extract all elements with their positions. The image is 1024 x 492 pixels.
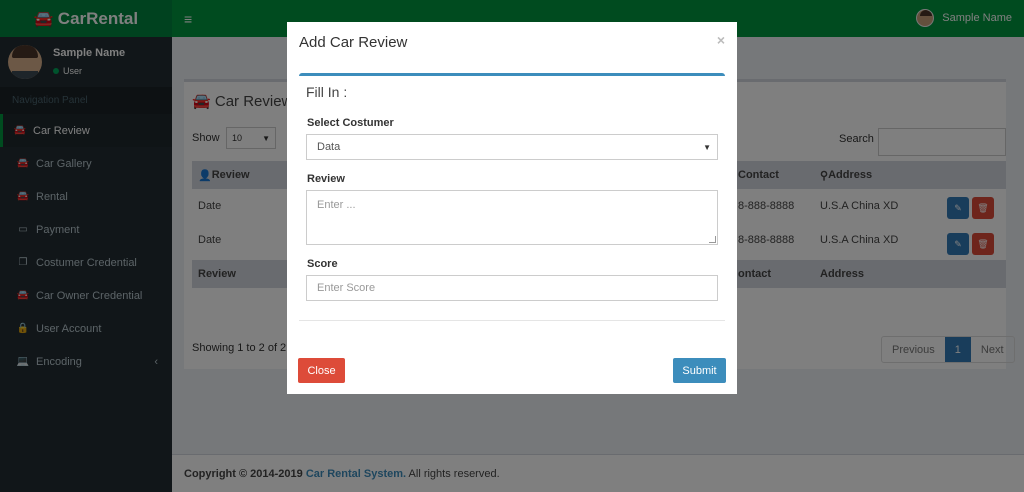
section-title: Fill In : (306, 84, 348, 100)
close-button[interactable]: Close (298, 358, 345, 383)
caret-down-icon: ▼ (703, 142, 711, 152)
close-icon[interactable]: × (717, 32, 725, 48)
submit-button[interactable]: Submit (673, 358, 726, 383)
add-car-review-modal: Add Car Review × Fill In : Select Costum… (287, 22, 737, 394)
fill-box-border (299, 73, 725, 76)
customer-select[interactable]: Data ▼ (306, 134, 718, 160)
review-textarea[interactable]: Enter ... (306, 190, 718, 245)
resize-handle-icon[interactable] (709, 236, 716, 243)
score-input[interactable]: Enter Score (306, 275, 718, 301)
divider (299, 320, 725, 321)
customer-label: Select Costumer (307, 117, 394, 129)
review-label: Review (307, 173, 345, 185)
score-label: Score (307, 258, 338, 270)
modal-title: Add Car Review (299, 34, 408, 51)
